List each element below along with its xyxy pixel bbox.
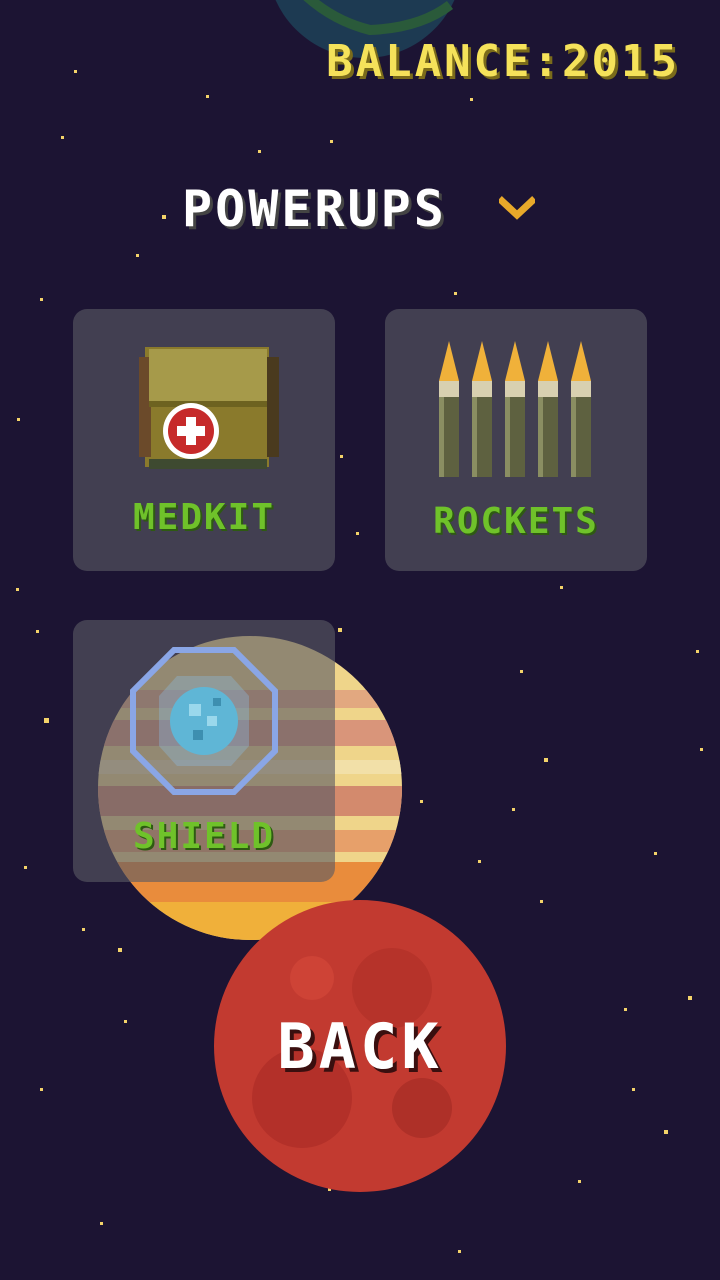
powerup-label: ROCKETS: [433, 501, 599, 542]
balance-display: BALANCE:2015: [326, 36, 680, 87]
medkit-icon: [139, 347, 279, 469]
chevron-down-icon[interactable]: [498, 196, 535, 222]
back-label: BACK: [277, 1009, 443, 1083]
section-title: POWERUPS: [182, 180, 447, 238]
powerup-card-medkit[interactable]: MEDKIT: [73, 309, 335, 571]
shield-icon: [130, 647, 278, 795]
category-selector[interactable]: POWERUPS: [182, 180, 535, 238]
powerup-card-rockets[interactable]: ROCKETS: [385, 309, 647, 571]
powerup-card-shield[interactable]: SHIELD: [73, 620, 335, 882]
powerup-label: SHIELD: [132, 816, 276, 857]
rockets-icon: [439, 341, 591, 477]
powerup-label: MEDKIT: [132, 497, 276, 538]
back-button[interactable]: BACK: [212, 898, 508, 1194]
